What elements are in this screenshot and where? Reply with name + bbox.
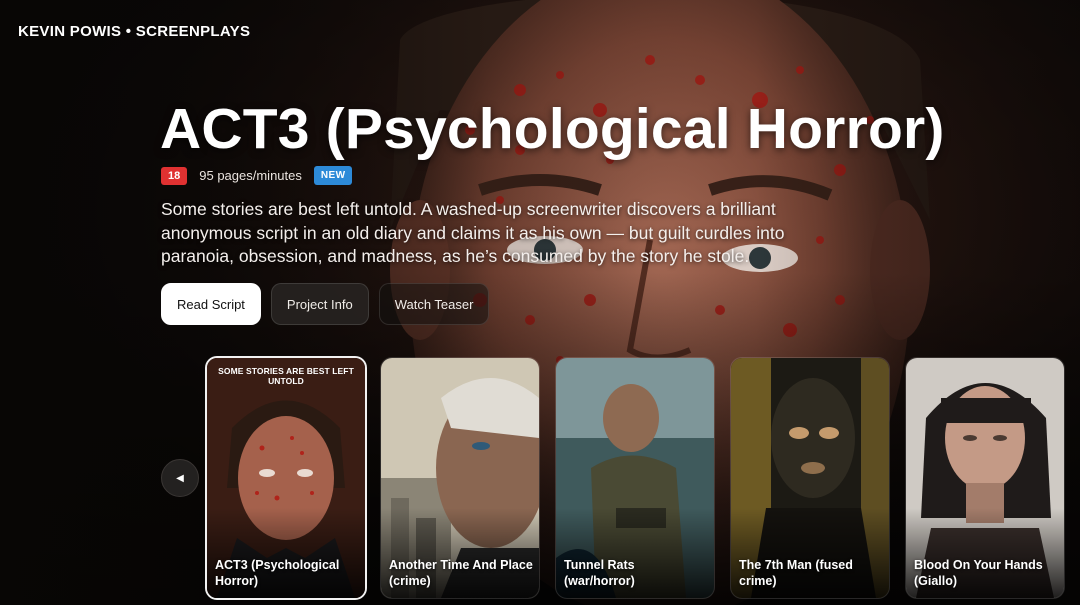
project-info-button[interactable]: Project Info [270, 283, 369, 325]
hero-title: ACT3 (Psychological Horror) [160, 97, 945, 161]
play-left-icon: ◀ [176, 472, 184, 484]
card-title: Tunnel Rats (war/horror) [564, 558, 635, 588]
page-count: 95 pages/minutes [199, 168, 302, 183]
carousel-card-tunnel-rats[interactable]: Tunnel Rats (war/horror) [555, 357, 715, 599]
carousel-card-act3[interactable]: SOME STORIES ARE BEST LEFT UNTOLD ACT3 (… [205, 356, 367, 600]
hero-meta: 18 95 pages/minutes NEW [161, 166, 353, 185]
age-rating-badge: 18 [161, 166, 188, 185]
carousel-prev-button[interactable]: ◀ [161, 459, 199, 497]
new-badge: NEW [313, 166, 353, 185]
brand-logo-text[interactable]: KEVIN POWIS • SCREENPLAYS [18, 23, 250, 40]
card-tagline: SOME STORIES ARE BEST LEFT UNTOLD [218, 366, 354, 386]
hero-description: Some stories are best left untold. A was… [161, 199, 785, 266]
carousel-card-7th-man[interactable]: The 7th Man (fused crime) [730, 357, 890, 599]
carousel-card-another-time[interactable]: Another Time And Place (crime) [380, 357, 540, 599]
card-title: Blood On Your Hands (Giallo) [914, 558, 1043, 588]
carousel-card-blood-on-your-hands[interactable]: Blood On Your Hands (Giallo) [905, 357, 1065, 599]
card-title: The 7th Man (fused crime) [739, 558, 853, 588]
card-title: Another Time And Place (crime) [389, 558, 533, 588]
watch-teaser-button[interactable]: Watch Teaser [378, 283, 490, 325]
card-title: ACT3 (Psychological Horror) [215, 558, 340, 588]
read-script-button[interactable]: Read Script [161, 283, 261, 325]
hero-actions: Read Script Project Info Watch Teaser [161, 283, 490, 325]
